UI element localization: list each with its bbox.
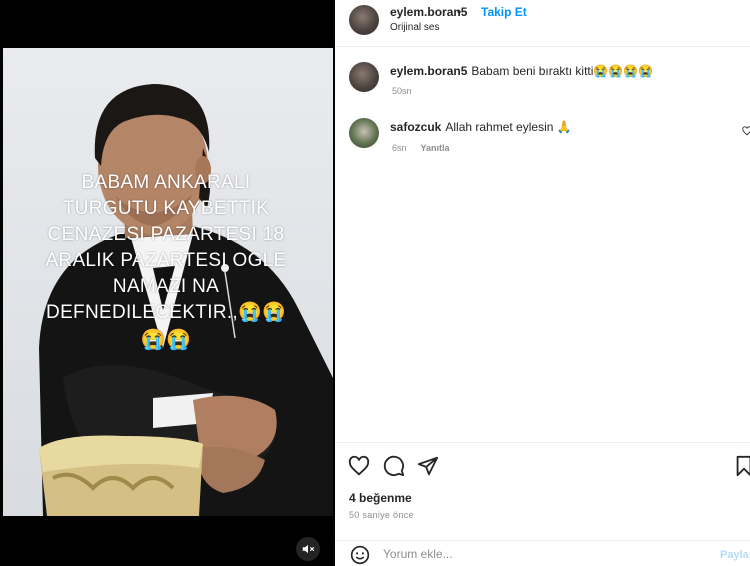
comment-like-heart-icon[interactable]	[742, 126, 750, 136]
follow-button[interactable]: Takip Et	[481, 5, 527, 19]
reply-button[interactable]: Yanıtla	[421, 143, 450, 153]
overlay-emoji: 😭😭	[140, 329, 192, 351]
comment-time[interactable]: 50sn	[392, 86, 412, 96]
comment-meta: 6sn Yanıtla	[392, 143, 450, 153]
comment-icon	[383, 455, 405, 477]
comment-avatar[interactable]	[349, 118, 379, 148]
post-details-panel: eylem.boran5 • Takip Et Orijinal ses eyl…	[335, 0, 750, 566]
header-username[interactable]: eylem.boran5	[390, 5, 467, 19]
header-separator: •	[457, 5, 462, 19]
emoji-button[interactable]	[347, 542, 373, 566]
comment-input[interactable]	[383, 547, 713, 561]
comment-composer: Paylaş	[335, 540, 750, 566]
share-button[interactable]	[415, 453, 441, 479]
mute-button[interactable]	[296, 537, 320, 561]
audio-label[interactable]: Orijinal ses	[390, 22, 439, 33]
comment-meta: 50sn	[392, 86, 412, 96]
post-actions: 4 beğenme 50 saniye önce Paylaş	[335, 442, 750, 566]
overlay-line: BABAM ANKARALI	[81, 172, 251, 193]
overlay-line: ARALIK PAZARTESI OGLE	[45, 250, 287, 271]
comment-username[interactable]: safozcuk	[390, 120, 441, 134]
heart-icon	[348, 455, 370, 476]
comment-text: Allah rahmet eylesin 🙏	[445, 120, 572, 134]
post-comment-button[interactable]: Paylaş	[720, 549, 750, 561]
comment-body: safozcuk Allah rahmet eylesin 🙏	[390, 120, 572, 134]
emoji-icon	[350, 545, 370, 565]
comment-avatar[interactable]	[349, 62, 379, 92]
like-button[interactable]	[346, 453, 372, 479]
post-media[interactable]: BABAM ANKARALI TURGUTU KAYBETTIK CENAZES…	[0, 0, 335, 566]
comment-body: eylem.boran5 Babam beni bıraktı kitti😭😭😭😭	[390, 64, 653, 78]
overlay-line: NAMAZI NA	[112, 276, 220, 297]
post-timestamp[interactable]: 50 saniye önce	[349, 510, 414, 520]
post-header: eylem.boran5 • Takip Et Orijinal ses	[335, 0, 750, 47]
comment-time[interactable]: 6sn	[392, 143, 407, 153]
post-overlay-caption: BABAM ANKARALI TURGUTU KAYBETTIK CENAZES…	[6, 170, 326, 354]
comment-button[interactable]	[381, 453, 407, 479]
like-count[interactable]: 4 beğenme	[349, 491, 412, 505]
overlay-line: CENAZESI PAZARTESI 18	[47, 224, 285, 245]
overlay-line: TURGUTU KAYBETTIK	[62, 198, 270, 219]
bookmark-icon	[736, 455, 750, 477]
avatar[interactable]	[349, 5, 379, 35]
save-button[interactable]	[731, 453, 750, 479]
mute-icon	[302, 544, 315, 554]
comment-text: Babam beni bıraktı kitti😭😭😭😭	[471, 64, 654, 78]
overlay-line: DEFNEDILECEKTIR.,😭😭	[46, 302, 286, 323]
share-icon	[417, 456, 439, 476]
comment-username[interactable]: eylem.boran5	[390, 64, 467, 78]
